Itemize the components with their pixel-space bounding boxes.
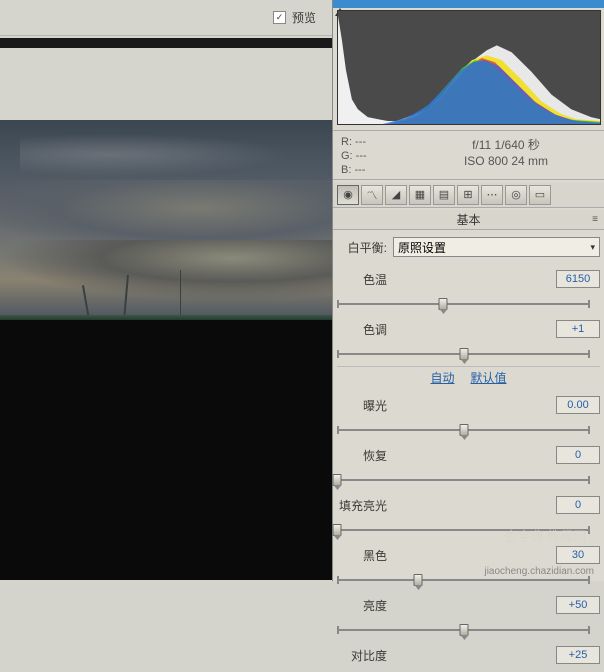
wb-select[interactable]: 原照设置 ▾ bbox=[393, 237, 600, 257]
recovery-value[interactable]: 0 bbox=[556, 446, 600, 464]
blacks-label: 黑色 bbox=[337, 547, 393, 564]
rgb-readout: R: --- G: --- B: --- bbox=[333, 131, 408, 179]
image-border-top bbox=[0, 38, 332, 48]
bright-slider[interactable] bbox=[337, 622, 590, 638]
exposure-label-row: 曝光 0.00 bbox=[337, 390, 600, 420]
temp-value[interactable]: 6150 bbox=[556, 270, 600, 288]
watermark-url: jiaocheng.chazidian.com bbox=[484, 566, 594, 577]
chevron-down-icon: ▾ bbox=[590, 242, 595, 253]
bright-value[interactable]: +50 bbox=[556, 596, 600, 614]
tint-label: 色调 bbox=[337, 321, 393, 338]
adjustments-panel: 脚本之家 www.jb51.net R: --- G: --- B: --- f… bbox=[332, 0, 604, 581]
tab-split-icon[interactable]: ▤ bbox=[433, 185, 455, 205]
fill-label-row: 填充亮光 0 bbox=[337, 490, 600, 520]
exposure-value[interactable]: 0.00 bbox=[556, 396, 600, 414]
tab-detail-icon[interactable]: ◢ bbox=[385, 185, 407, 205]
tint-slider[interactable] bbox=[337, 346, 590, 362]
contrast-label: 对比度 bbox=[337, 647, 393, 664]
exif-aperture-shutter: f/11 1/640 秒 bbox=[412, 137, 600, 153]
contrast-label-row: 对比度 +25 bbox=[337, 640, 600, 670]
fill-label: 填充亮光 bbox=[337, 497, 393, 514]
readout-b: B: --- bbox=[341, 163, 400, 177]
tab-fx-icon[interactable]: ⋯ bbox=[481, 185, 503, 205]
default-link[interactable]: 默认值 bbox=[471, 369, 507, 386]
tab-lens-icon[interactable]: ⊞ bbox=[457, 185, 479, 205]
section-menu-icon[interactable]: ≡ bbox=[592, 214, 598, 225]
bright-label-row: 亮度 +50 bbox=[337, 590, 600, 620]
tint-value[interactable]: +1 bbox=[556, 320, 600, 338]
contrast-value[interactable]: +25 bbox=[556, 646, 600, 664]
histogram-svg bbox=[338, 11, 600, 124]
readout-r: R: --- bbox=[341, 135, 400, 149]
auto-default-row: 自动 默认值 bbox=[337, 366, 600, 388]
auto-link[interactable]: 自动 bbox=[430, 369, 454, 386]
readout-g: G: --- bbox=[341, 149, 400, 163]
tab-hsl-icon[interactable]: ▦ bbox=[409, 185, 431, 205]
preview-checkbox[interactable]: ✓ bbox=[273, 11, 286, 24]
preview-toolbar: ✓ 预览 bbox=[0, 0, 332, 36]
recovery-label-row: 恢复 0 bbox=[337, 440, 600, 470]
camera-info-bar: R: --- G: --- B: --- f/11 1/640 秒 ISO 80… bbox=[333, 130, 604, 180]
exposure-slider[interactable] bbox=[337, 422, 590, 438]
recovery-label: 恢复 bbox=[337, 447, 393, 464]
temp-label: 色温 bbox=[337, 271, 393, 288]
tab-basic-icon[interactable]: ◉ bbox=[337, 185, 359, 205]
wb-label: 白平衡: bbox=[337, 239, 393, 256]
histogram[interactable] bbox=[337, 10, 601, 125]
bright-slider-row bbox=[337, 622, 600, 638]
tab-curve-icon[interactable]: 〽 bbox=[361, 185, 383, 205]
blacks-value[interactable]: 30 bbox=[556, 546, 600, 564]
watermark-text: 查字典 教程网 bbox=[505, 526, 586, 545]
image-preview[interactable] bbox=[0, 120, 332, 580]
section-header: 基本 ≡ bbox=[333, 210, 604, 230]
preview-pane: ✓ 预览 bbox=[0, 0, 332, 581]
section-title: 基本 bbox=[456, 211, 480, 228]
temp-slider-row bbox=[337, 296, 600, 312]
recovery-slider-row bbox=[337, 472, 600, 488]
exposure-label: 曝光 bbox=[337, 397, 393, 414]
exposure-slider-row bbox=[337, 422, 600, 438]
tab-camera-icon[interactable]: ◎ bbox=[505, 185, 527, 205]
wb-selected: 原照设置 bbox=[398, 239, 446, 256]
panel-tab-bar: ◉ 〽 ◢ ▦ ▤ ⊞ ⋯ ◎ ▭ bbox=[333, 182, 604, 208]
tint-slider-row bbox=[337, 346, 600, 362]
temp-label-row: 色温 6150 bbox=[337, 264, 600, 294]
temp-slider[interactable] bbox=[337, 296, 590, 312]
preview-label: 预览 bbox=[292, 9, 316, 26]
fill-value[interactable]: 0 bbox=[556, 496, 600, 514]
bright-label: 亮度 bbox=[337, 597, 393, 614]
exif-iso-focal: ISO 800 24 mm bbox=[412, 153, 600, 169]
tint-label-row: 色调 +1 bbox=[337, 314, 600, 344]
recovery-slider[interactable] bbox=[337, 472, 590, 488]
white-balance-row: 白平衡: 原照设置 ▾ bbox=[337, 232, 600, 262]
tab-presets-icon[interactable]: ▭ bbox=[529, 185, 551, 205]
basic-controls: 白平衡: 原照设置 ▾ 色温 6150 色调 +1 bbox=[333, 232, 604, 672]
exif-readout: f/11 1/640 秒 ISO 800 24 mm bbox=[408, 131, 604, 179]
